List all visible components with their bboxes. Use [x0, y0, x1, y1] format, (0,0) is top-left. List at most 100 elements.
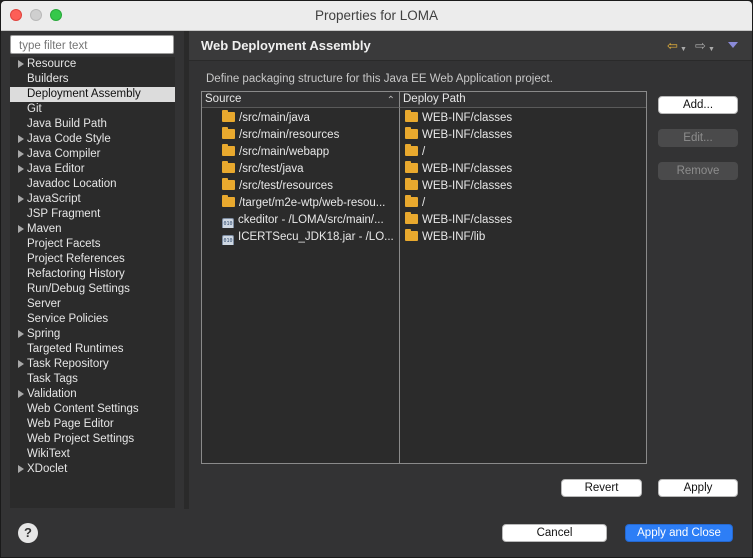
- nav-item-label: JavaScript: [27, 193, 81, 205]
- revert-button[interactable]: Revert: [561, 479, 642, 497]
- table-row-deploy[interactable]: WEB-INF/classes: [405, 127, 645, 143]
- left-panel: Resource Builders Deployment Assembly Git Ja…: [1, 31, 183, 509]
- table-row-deploy[interactable]: /: [405, 144, 645, 160]
- deploy-path: WEB-INF/classes: [422, 129, 513, 141]
- nav-item[interactable]: Run/Debug Settings: [10, 282, 175, 297]
- folder-icon: [405, 161, 418, 173]
- column-divider: [399, 108, 400, 463]
- remove-button[interactable]: Remove: [658, 162, 738, 180]
- nav-item[interactable]: Deployment Assembly: [10, 87, 175, 102]
- nav-item[interactable]: Task Repository: [10, 357, 175, 372]
- help-icon[interactable]: ?: [18, 523, 38, 543]
- table-row-source[interactable]: 010 ckeditor - /LOMA/src/main/...: [222, 212, 397, 228]
- expand-arrow-icon[interactable]: [18, 390, 24, 398]
- nav-item[interactable]: Javadoc Location: [10, 177, 175, 192]
- folder-icon: [405, 144, 418, 156]
- nav-item-label: XDoclet: [27, 463, 68, 475]
- nav-item[interactable]: Targeted Runtimes: [10, 342, 175, 357]
- page-description: Define packaging structure for this Java…: [206, 73, 553, 85]
- nav-item[interactable]: Web Page Editor: [10, 417, 175, 432]
- nav-item-label: Project References: [27, 253, 125, 265]
- table-row-source[interactable]: /src/main/resources: [222, 127, 397, 143]
- cancel-button[interactable]: Cancel: [502, 524, 607, 542]
- forward-arrow-icon[interactable]: ⇨: [695, 39, 706, 52]
- nav-item[interactable]: Spring: [10, 327, 175, 342]
- nav-item[interactable]: Server: [10, 297, 175, 312]
- source-path: /src/test/java: [239, 163, 304, 175]
- folder-icon: [222, 178, 235, 190]
- source-path: /src/main/resources: [239, 129, 340, 141]
- apply-button[interactable]: Apply: [658, 479, 738, 497]
- expand-arrow-icon[interactable]: [18, 195, 24, 203]
- nav-item[interactable]: Resource: [10, 57, 175, 72]
- forward-dropdown-icon[interactable]: ▼: [708, 43, 715, 56]
- column-header-deploy-path[interactable]: Deploy Path: [399, 92, 646, 108]
- nav-item-label: Server: [27, 298, 61, 310]
- nav-item[interactable]: WikiText: [10, 447, 175, 462]
- expand-arrow-icon[interactable]: [18, 330, 24, 338]
- table-row-deploy[interactable]: WEB-INF/classes: [405, 161, 645, 177]
- table-row-deploy[interactable]: WEB-INF/lib: [405, 229, 645, 245]
- sort-ascending-icon: ⌃: [386, 95, 395, 106]
- table-row-source[interactable]: /src/test/java: [222, 161, 397, 177]
- nav-item[interactable]: Project References: [10, 252, 175, 267]
- table-row-deploy[interactable]: WEB-INF/classes: [405, 178, 645, 194]
- expand-arrow-icon[interactable]: [18, 165, 24, 173]
- nav-item[interactable]: JavaScript: [10, 192, 175, 207]
- column-header-source-label: Source: [205, 93, 242, 105]
- table-row-source[interactable]: /src/main/webapp: [222, 144, 397, 160]
- folder-icon: [405, 178, 418, 190]
- table-row-deploy[interactable]: WEB-INF/classes: [405, 212, 645, 228]
- nav-item[interactable]: Java Build Path: [10, 117, 175, 132]
- apply-and-close-button[interactable]: Apply and Close: [625, 524, 733, 542]
- nav-item[interactable]: Web Content Settings: [10, 402, 175, 417]
- nav-item-label: Refactoring History: [27, 268, 125, 280]
- nav-item[interactable]: Task Tags: [10, 372, 175, 387]
- nav-item[interactable]: XDoclet: [10, 462, 175, 477]
- back-arrow-icon[interactable]: ⇦: [667, 39, 678, 52]
- deploy-path: /: [422, 146, 426, 158]
- jar-icon: 010: [222, 218, 234, 228]
- table-row-deploy[interactable]: WEB-INF/classes: [405, 110, 645, 126]
- nav-item[interactable]: Project Facets: [10, 237, 175, 252]
- dialog-footer: ? Cancel Apply and Close: [1, 509, 752, 557]
- expand-arrow-icon[interactable]: [18, 225, 24, 233]
- nav-item-label: Builders: [27, 73, 69, 85]
- deploy-path: WEB-INF/lib: [422, 231, 486, 243]
- add-button[interactable]: Add...: [658, 96, 738, 114]
- jar-icon: 010: [222, 235, 234, 245]
- nav-item[interactable]: Validation: [10, 387, 175, 402]
- expand-arrow-icon[interactable]: [18, 465, 24, 473]
- expand-arrow-icon[interactable]: [18, 150, 24, 158]
- column-header-source[interactable]: Source ⌃: [202, 92, 399, 108]
- nav-item[interactable]: JSP Fragment: [10, 207, 175, 222]
- nav-item-label: Deployment Assembly: [27, 88, 141, 100]
- expand-arrow-icon[interactable]: [18, 135, 24, 143]
- nav-item-label: Task Repository: [27, 358, 109, 370]
- back-dropdown-icon[interactable]: ▼: [680, 43, 687, 56]
- nav-item-label: Task Tags: [27, 373, 78, 385]
- view-menu-icon[interactable]: [728, 42, 738, 48]
- nav-item[interactable]: Java Compiler: [10, 147, 175, 162]
- filter-input[interactable]: [10, 35, 174, 54]
- nav-item[interactable]: Refactoring History: [10, 267, 175, 282]
- folder-icon: [405, 195, 418, 207]
- nav-item-label: Validation: [27, 388, 77, 400]
- nav-item[interactable]: Git: [10, 102, 175, 117]
- table-row-source[interactable]: /src/main/java: [222, 110, 397, 126]
- expand-arrow-icon[interactable]: [18, 360, 24, 368]
- nav-item[interactable]: Java Editor: [10, 162, 175, 177]
- nav-item[interactable]: Web Project Settings: [10, 432, 175, 447]
- nav-item[interactable]: Service Policies: [10, 312, 175, 327]
- edit-button[interactable]: Edit...: [658, 129, 738, 147]
- nav-item[interactable]: Maven: [10, 222, 175, 237]
- nav-item[interactable]: Java Code Style: [10, 132, 175, 147]
- expand-arrow-icon[interactable]: [18, 60, 24, 68]
- table-row-source[interactable]: /src/test/resources: [222, 178, 397, 194]
- table-row-source[interactable]: 010 ICERTSecu_JDK18.jar - /LO...: [222, 229, 397, 245]
- table-row-source[interactable]: /target/m2e-wtp/web-resou...: [222, 195, 397, 211]
- folder-icon: [405, 229, 418, 241]
- nav-item-label: Web Project Settings: [27, 433, 135, 445]
- nav-item[interactable]: Builders: [10, 72, 175, 87]
- table-row-deploy[interactable]: /: [405, 195, 645, 211]
